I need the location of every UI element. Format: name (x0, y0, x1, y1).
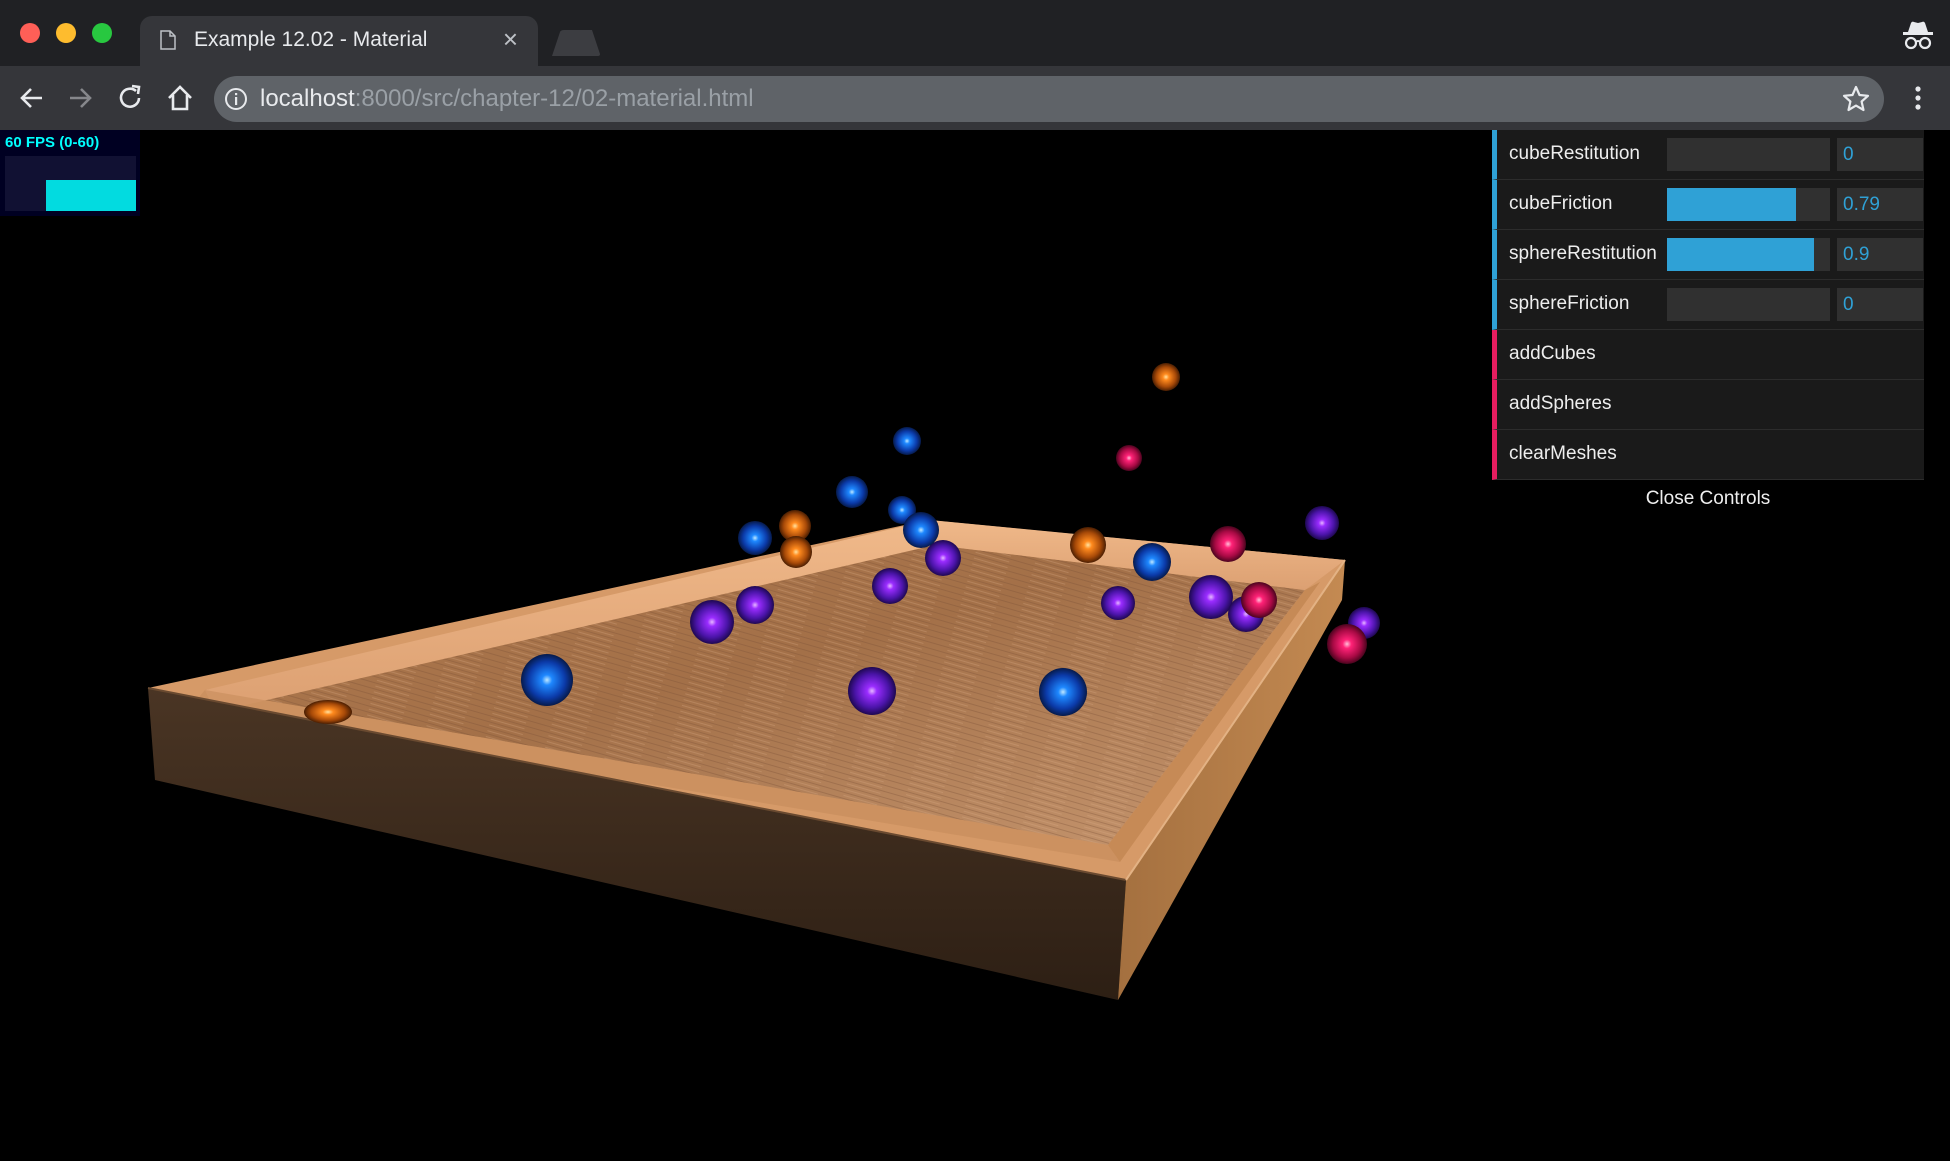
add-spheres-button[interactable]: addSpheres (1492, 380, 1924, 430)
fps-label: 60 FPS (0-60) (5, 134, 100, 151)
fps-graph-bar (90, 180, 136, 211)
sphere (836, 476, 868, 508)
tab-title: Example 12.02 - Material (194, 28, 428, 51)
cube-friction-input[interactable]: 0.79 (1837, 188, 1923, 221)
sphere (780, 536, 812, 568)
home-icon[interactable] (164, 82, 196, 114)
url-text[interactable]: localhost:8000/src/chapter-12/02-materia… (260, 85, 754, 113)
page-icon (160, 30, 176, 50)
button-label: addCubes (1509, 343, 1596, 364)
close-window-button[interactable] (20, 23, 40, 43)
info-icon[interactable] (224, 87, 248, 111)
forward-icon[interactable] (64, 82, 96, 114)
sphere (1305, 506, 1339, 540)
reload-icon[interactable] (114, 82, 146, 114)
add-cubes-button[interactable]: addCubes (1492, 330, 1924, 380)
sphere-restitution-slider[interactable] (1667, 238, 1830, 271)
sphere (872, 568, 908, 604)
sphere (1241, 582, 1277, 618)
sphere (1070, 527, 1106, 563)
control-cube-friction: cubeFriction 0.79 (1492, 180, 1924, 230)
control-cube-restitution: cubeRestitution 0 (1492, 130, 1924, 180)
maximize-window-button[interactable] (92, 23, 112, 43)
close-controls-button[interactable]: Close Controls (1492, 480, 1924, 518)
controls-panel: cubeRestitution 0 cubeFriction 0.79 sphe… (1492, 130, 1924, 518)
sphere (1210, 526, 1246, 562)
clear-meshes-button[interactable]: clearMeshes (1492, 430, 1924, 480)
cube-restitution-slider[interactable] (1667, 138, 1830, 171)
url-path: :8000/src/chapter-12/02-material.html (354, 85, 754, 112)
incognito-icon (1903, 21, 1933, 50)
address-bar[interactable]: localhost:8000/src/chapter-12/02-materia… (214, 76, 1884, 122)
kebab-menu-icon[interactable] (1908, 82, 1928, 114)
slider-fill (1667, 238, 1814, 271)
sphere (1152, 363, 1180, 391)
cube-friction-slider[interactable] (1667, 188, 1830, 221)
sphere (893, 427, 921, 455)
sphere (1039, 668, 1087, 716)
minimize-window-button[interactable] (56, 23, 76, 43)
fps-graph-bar (46, 180, 90, 211)
control-sphere-friction: sphereFriction 0 (1492, 280, 1924, 330)
new-tab-button[interactable] (548, 30, 604, 56)
url-host: localhost (260, 85, 355, 112)
control-label: sphereRestitution (1509, 243, 1657, 264)
cube-restitution-input[interactable]: 0 (1837, 138, 1923, 171)
fps-graph (5, 156, 136, 211)
browser-tab[interactable]: Example 12.02 - Material × (140, 16, 538, 66)
sphere (304, 700, 352, 724)
sphere (903, 512, 939, 548)
sphere (1101, 586, 1135, 620)
slider-fill (1667, 188, 1796, 221)
sphere-restitution-input[interactable]: 0.9 (1837, 238, 1923, 271)
tab-close-icon[interactable]: × (503, 24, 518, 54)
sphere-friction-input[interactable]: 0 (1837, 288, 1923, 321)
button-label: addSpheres (1509, 393, 1612, 414)
control-label: cubeRestitution (1509, 143, 1640, 164)
sphere (925, 540, 961, 576)
control-label: cubeFriction (1509, 193, 1613, 214)
button-label: clearMeshes (1509, 443, 1617, 464)
sphere (690, 600, 734, 644)
sphere (1327, 624, 1367, 664)
sphere (738, 521, 772, 555)
sphere (848, 667, 896, 715)
sphere (1189, 575, 1233, 619)
sphere (1133, 543, 1171, 581)
back-icon[interactable] (16, 82, 48, 114)
sphere-friction-slider[interactable] (1667, 288, 1830, 321)
browser-titlebar: Example 12.02 - Material × (0, 0, 1950, 66)
sphere (736, 586, 774, 624)
sphere (1116, 445, 1142, 471)
control-label: sphereFriction (1509, 293, 1630, 314)
control-sphere-restitution: sphereRestitution 0.9 (1492, 230, 1924, 280)
browser-toolbar: localhost:8000/src/chapter-12/02-materia… (0, 66, 1950, 130)
fps-stats[interactable]: 60 FPS (0-60) (0, 130, 140, 216)
sphere (521, 654, 573, 706)
star-icon[interactable] (1842, 85, 1870, 113)
